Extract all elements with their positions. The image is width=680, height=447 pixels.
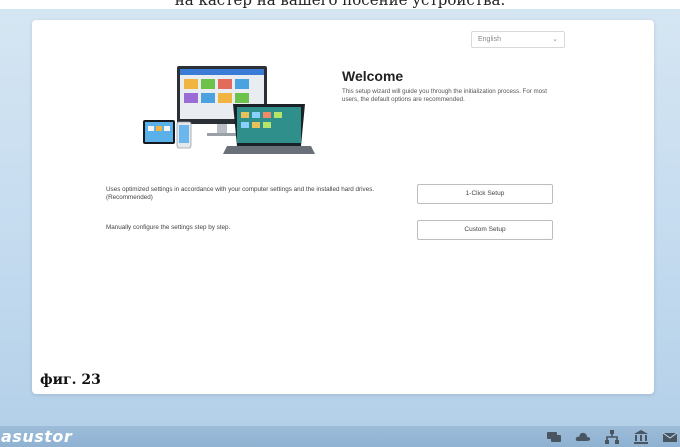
setup-wizard-panel: English ⌄ Welcome This setup wizard will…: [32, 20, 654, 394]
language-select[interactable]: English ⌄: [471, 31, 565, 48]
chat-icon[interactable]: [546, 429, 562, 445]
custom-setup-description: Manually configure the settings step by …: [106, 224, 231, 231]
one-click-setup-description: Uses optimized settings in accordance wi…: [106, 186, 375, 201]
building-icon[interactable]: [633, 429, 649, 445]
top-caption: на кастер на вашего посение устройства.: [0, 0, 680, 9]
figure-caption: фиг. 23: [40, 372, 101, 388]
chevron-down-icon: ⌄: [552, 36, 558, 43]
cloud-icon[interactable]: [575, 429, 591, 445]
welcome-title: Welcome: [342, 68, 404, 84]
mail-icon[interactable]: [662, 429, 678, 445]
welcome-description: This setup wizard will guide you through…: [342, 88, 547, 103]
language-select-value: English: [478, 36, 501, 43]
asustor-logo: asustor: [1, 427, 73, 446]
network-icon[interactable]: [604, 429, 620, 445]
one-click-setup-button[interactable]: 1-Click Setup: [417, 184, 553, 204]
taskbar: asustor: [0, 426, 680, 447]
custom-setup-button[interactable]: Custom Setup: [417, 220, 553, 240]
devices-illustration: [143, 66, 315, 154]
